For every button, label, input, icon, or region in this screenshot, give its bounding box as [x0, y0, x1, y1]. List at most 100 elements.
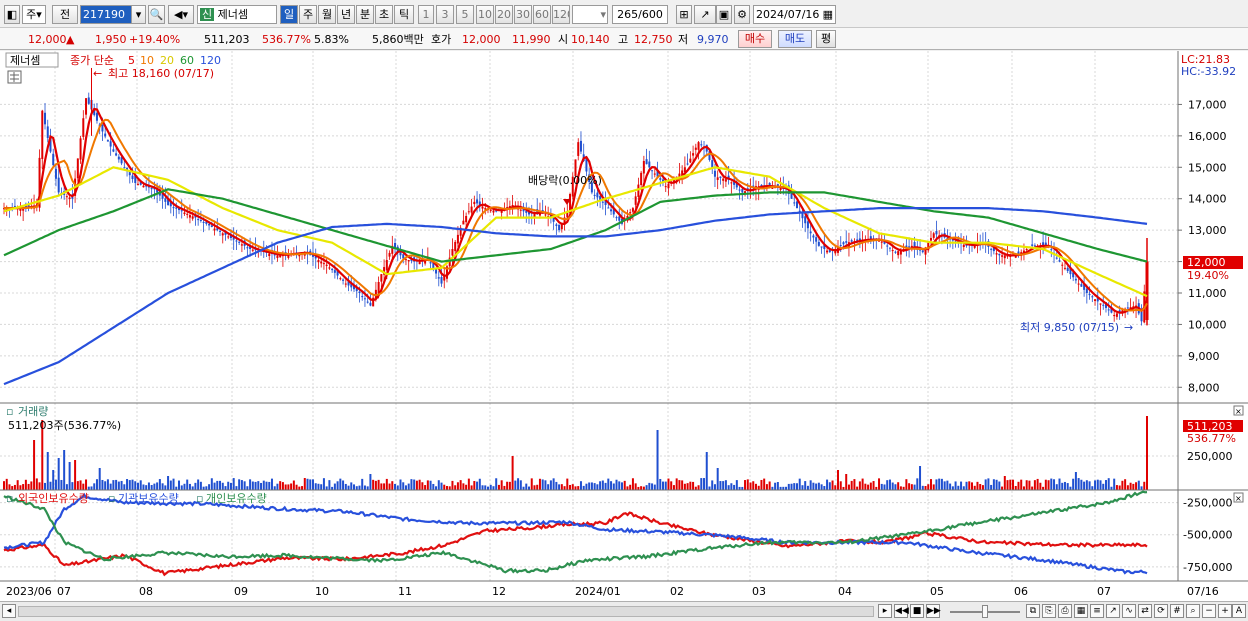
candle-body — [164, 198, 167, 202]
minus-icon[interactable]: − — [1202, 604, 1216, 618]
interval-60-button[interactable]: 60 — [533, 5, 551, 24]
volume-bar — [35, 478, 38, 490]
font-size-icon[interactable]: A — [1232, 604, 1246, 618]
volume-bar — [995, 479, 998, 490]
copy-icon[interactable]: ⎘ — [1042, 604, 1056, 618]
volume-bar — [98, 468, 101, 490]
volume-bar — [916, 478, 919, 490]
horizontal-scrollbar[interactable] — [18, 606, 874, 617]
volume-bar — [325, 486, 328, 490]
layout-icon[interactable]: ⧉ — [1026, 604, 1040, 618]
save-icon[interactable]: ▣ — [716, 5, 732, 24]
zoom-icon[interactable]: ⌕ — [1186, 604, 1200, 618]
volume-bar — [659, 478, 662, 490]
print-icon[interactable]: ⎙ — [1058, 604, 1072, 618]
prev-button[interactable]: 전 — [52, 5, 78, 24]
plus-icon[interactable]: + — [1218, 604, 1232, 618]
drawing-tools-icon[interactable]: ↗ — [694, 5, 716, 24]
volume-bar — [601, 480, 604, 490]
chart-area[interactable]: 2023/06 07 08 09 10 11 12 2024/01 02 03 04 05 06 07 07… — [0, 51, 1248, 601]
volume-bar — [544, 480, 547, 490]
period-month-button[interactable]: 월 — [318, 5, 336, 24]
period-tick-button[interactable]: 틱 — [394, 5, 414, 24]
period-day-button[interactable]: 일 — [280, 5, 298, 24]
list-icon[interactable]: ≡ — [1090, 604, 1104, 618]
compare-icon[interactable]: ⇄ — [1138, 604, 1152, 618]
volume-pct: 536.77% — [262, 33, 311, 46]
volume-bar — [120, 480, 123, 490]
volume-bar — [287, 484, 290, 490]
volume-bar — [369, 474, 372, 490]
candle-body — [188, 215, 191, 218]
volume-bar — [1020, 479, 1023, 490]
candle-body — [87, 97, 90, 104]
volume-bar — [538, 478, 541, 490]
sound-icon[interactable]: ◀▾ — [168, 5, 194, 24]
volume-bar — [440, 482, 443, 490]
interval-5-button[interactable]: 5 — [456, 5, 474, 24]
date-input[interactable]: 2024/07/16 ▦ — [753, 5, 836, 24]
count-input[interactable]: 265/600 — [612, 5, 668, 24]
sell-button[interactable]: 매도 — [778, 30, 812, 48]
interval-120-button[interactable]: 120 — [552, 5, 570, 24]
candle-body — [57, 177, 60, 193]
chart-type-icon[interactable]: ⊞ — [676, 5, 692, 24]
x-tick-label: 06 — [1014, 585, 1028, 598]
volume-bar — [924, 485, 927, 490]
interval-30-button[interactable]: 30 — [514, 5, 532, 24]
interval-3-button[interactable]: 3 — [436, 5, 454, 24]
volume-bar — [65, 484, 68, 490]
interval-20-button[interactable]: 20 — [495, 5, 513, 24]
refresh-icon[interactable]: ⟳ — [1154, 604, 1168, 618]
count-value: 265 — [617, 8, 639, 21]
calendar-icon[interactable]: ▦ — [823, 6, 833, 23]
code-dropdown-icon[interactable]: ▾ — [131, 5, 146, 24]
buy-button[interactable]: 매수 — [738, 30, 772, 48]
volume-bar — [749, 482, 752, 490]
candle-body — [880, 241, 883, 243]
stop-icon[interactable]: ■ — [910, 604, 924, 618]
period-year-button[interactable]: 년 — [337, 5, 355, 24]
avg-button[interactable]: 평 — [816, 30, 836, 48]
trend-icon[interactable]: ↗ — [1106, 604, 1120, 618]
gear-icon[interactable]: ⚙ — [734, 5, 750, 24]
candle-body — [795, 201, 798, 209]
window-menu-icon[interactable]: ◧ — [4, 5, 20, 24]
volume-bar — [815, 483, 818, 490]
volume-bar — [533, 485, 536, 490]
volume-bar — [610, 481, 613, 490]
period-second-button[interactable]: 초 — [375, 5, 393, 24]
stock-name-field[interactable]: 신 제너셈 — [197, 5, 277, 24]
zoom-slider-handle[interactable] — [982, 605, 988, 618]
search-icon[interactable]: 🔍 — [148, 5, 165, 24]
interval-10-button[interactable]: 10 — [476, 5, 494, 24]
volume-bar — [347, 485, 350, 490]
volume-bar — [525, 483, 528, 490]
volume-bar — [104, 481, 107, 490]
table-icon[interactable]: ▦ — [1074, 604, 1088, 618]
period-minute-button[interactable]: 분 — [356, 5, 374, 24]
last-page-icon[interactable]: ▶▶ — [926, 604, 941, 618]
period-year-label: 년 — [340, 8, 352, 21]
scroll-right-icon[interactable]: ▸ — [878, 604, 892, 618]
volume-bar — [705, 452, 708, 490]
period-week-button[interactable]: 주 — [299, 5, 317, 24]
period-type-select[interactable]: 주▾ — [22, 5, 46, 24]
interval-1-button[interactable]: 1 — [418, 5, 434, 24]
volume-bar — [1014, 486, 1017, 490]
volume-bar — [106, 479, 109, 490]
volume-bar — [1107, 478, 1110, 490]
wave-icon[interactable]: ∿ — [1122, 604, 1136, 618]
volume-bar — [279, 481, 282, 490]
candle-body — [615, 217, 618, 219]
candle-body — [339, 278, 342, 280]
candle-body — [642, 161, 645, 174]
candle-body — [251, 249, 254, 251]
interval-custom-select[interactable]: ▾ — [572, 5, 608, 24]
grid-icon[interactable]: # — [1170, 604, 1184, 618]
low-price: 9,970 — [697, 33, 729, 46]
volume-bar — [577, 486, 580, 490]
first-page-icon[interactable]: ◀◀ — [894, 604, 909, 618]
scroll-left-icon[interactable]: ◂ — [2, 604, 16, 618]
volume-bar — [1129, 482, 1132, 490]
